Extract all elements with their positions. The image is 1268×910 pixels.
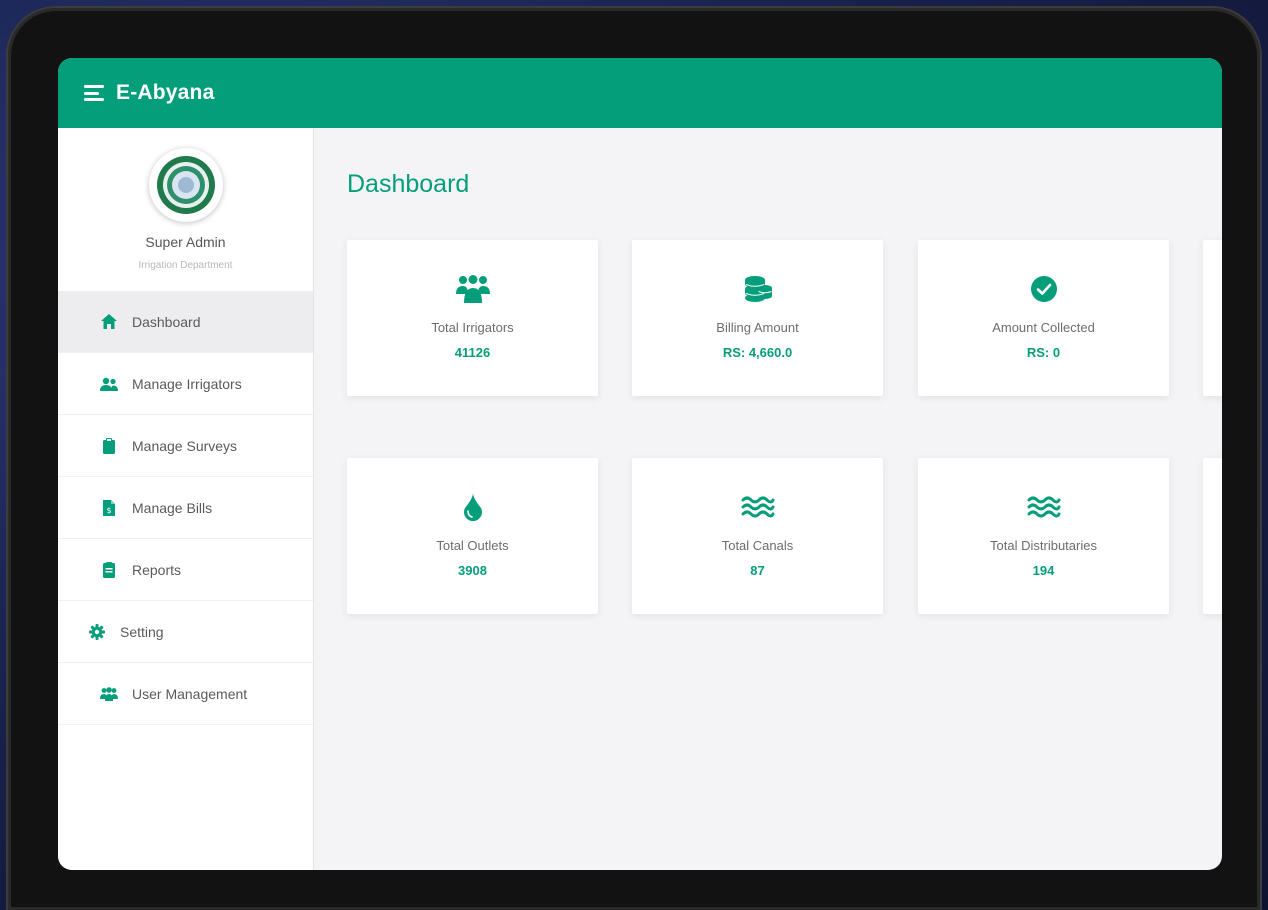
users-icon: [455, 274, 490, 304]
clipboard-icon: [100, 437, 118, 455]
app-screen: E-Abyana Super Admin Irrigation Departme…: [58, 58, 1222, 870]
home-icon: [100, 313, 118, 331]
app-title: E-Abyana: [116, 81, 215, 104]
profile-department: Irrigation Department: [138, 260, 233, 271]
sidebar-item-manage-irrigators[interactable]: Manage Irrigators: [58, 353, 313, 415]
stat-card-billing-amount[interactable]: Billing Amount RS: 4,660.0: [632, 240, 883, 396]
water-drop-icon: [462, 492, 484, 522]
avatar[interactable]: [148, 148, 223, 222]
sidebar-item-label: Manage Surveys: [132, 437, 238, 454]
card-value: 41126: [454, 345, 491, 360]
card-label: Total Outlets: [436, 538, 509, 553]
menu-toggle-icon[interactable]: [84, 85, 104, 101]
sidebar-item-manage-surveys[interactable]: Manage Surveys: [58, 415, 313, 477]
card-value: RS: 4,660.0: [722, 345, 793, 360]
coins-icon: [743, 274, 773, 304]
card-value: 3908: [458, 563, 487, 578]
sidebar-item-manage-bills[interactable]: $ Manage Bills: [58, 477, 313, 539]
card-value: 194: [1032, 563, 1055, 578]
users-icon: [100, 375, 118, 393]
stat-card-total-irrigators[interactable]: Total Irrigators 41126: [347, 240, 598, 396]
stat-card-total-canals[interactable]: Total Canals 87: [632, 458, 883, 614]
sidebar-item-label: Dashboard: [132, 313, 201, 330]
sidebar: Super Admin Irrigation Department Dashbo…: [58, 128, 314, 870]
stat-card-partial[interactable]: [1203, 240, 1222, 396]
water-waves-icon: [741, 492, 775, 522]
stat-card-total-outlets[interactable]: Total Outlets 3908: [347, 458, 598, 614]
main-content: Dashboard Total Irrigators 41126 Billing…: [315, 128, 1222, 870]
department-logo-icon: [156, 156, 215, 214]
sidebar-item-label: Reports: [132, 561, 182, 578]
report-icon: [100, 561, 118, 579]
water-waves-icon: [1027, 492, 1061, 522]
sidebar-item-reports[interactable]: Reports: [58, 539, 313, 601]
sidebar-item-label: User Management: [132, 685, 248, 702]
sidebar-item-label: Manage Irrigators: [132, 375, 242, 392]
sidebar-item-user-management[interactable]: User Management: [58, 663, 313, 725]
top-app-bar: E-Abyana: [58, 58, 1222, 128]
gear-icon: [88, 623, 106, 641]
profile-name: Super Admin: [145, 234, 226, 250]
card-label: Amount Collected: [992, 320, 1095, 335]
card-label: Total Irrigators: [431, 320, 514, 335]
card-value: 87: [750, 563, 765, 578]
card-label: Total Canals: [721, 538, 794, 553]
stat-card-partial[interactable]: [1203, 458, 1222, 614]
check-circle-icon: [1030, 274, 1058, 304]
sidebar-item-dashboard[interactable]: Dashboard: [58, 291, 313, 353]
stat-card-amount-collected[interactable]: Amount Collected RS: 0: [918, 240, 1169, 396]
stat-card-total-distributaries[interactable]: Total Distributaries 194: [918, 458, 1169, 614]
page-title: Dashboard: [347, 170, 470, 198]
sidebar-item-label: Manage Bills: [132, 499, 213, 516]
card-label: Billing Amount: [716, 320, 799, 335]
sidebar-item-label: Setting: [120, 623, 164, 640]
card-value: RS: 0: [1026, 345, 1061, 360]
user-profile: Super Admin Irrigation Department: [58, 128, 313, 291]
bill-icon: $: [100, 499, 118, 517]
sidebar-item-setting[interactable]: Setting: [58, 601, 313, 663]
card-label: Total Distributaries: [990, 538, 1097, 553]
svg-text:$: $: [106, 506, 111, 515]
user-management-icon: [100, 685, 118, 703]
